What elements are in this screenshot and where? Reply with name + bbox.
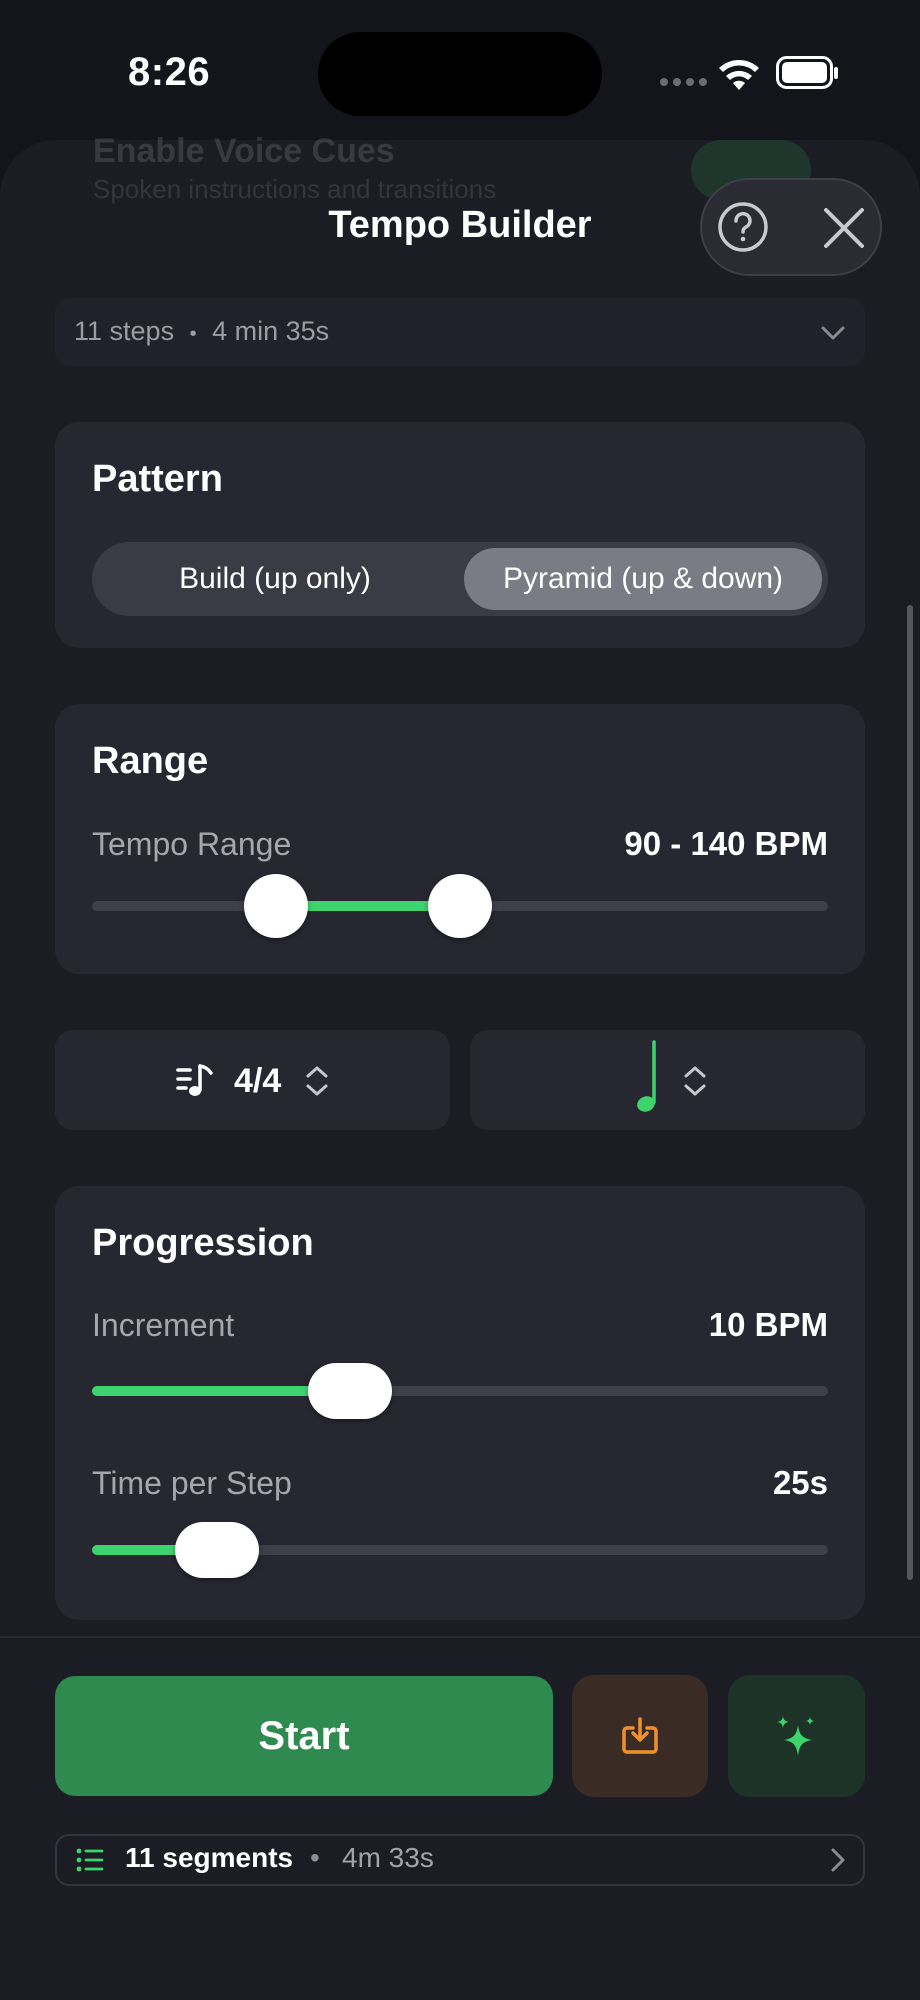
chevron-down-icon — [821, 326, 845, 340]
close-x-icon[interactable] — [818, 202, 870, 254]
dynamic-island — [318, 32, 602, 116]
time-signature-value: 4/4 — [234, 1062, 282, 1100]
music-note-list-icon — [176, 1064, 213, 1096]
segments-separator: • — [310, 1842, 320, 1873]
ghost-subtitle: Spoken instructions and transitions — [93, 174, 497, 204]
chevron-right-icon — [831, 1848, 845, 1872]
time-per-step-label: Time per Step — [92, 1465, 292, 1501]
tempo-range-value: 90 - 140 BPM — [624, 825, 828, 862]
segments-duration: 4m 33s — [342, 1842, 434, 1873]
battery-icon — [776, 56, 838, 89]
list-bullet-icon — [76, 1848, 104, 1872]
start-button[interactable]: Start — [55, 1676, 553, 1796]
cellular-signal-icon — [660, 78, 707, 86]
tempo-range-high-thumb[interactable] — [428, 874, 492, 938]
segments-count: 11 segments — [125, 1842, 294, 1873]
tray-arrow-down-icon — [622, 1717, 658, 1754]
sparkles-icon — [777, 1716, 814, 1756]
summary-text: 11 steps • 4 min 35s — [74, 316, 329, 347]
summary-steps: 11 steps — [74, 316, 175, 346]
tempo-range-low-thumb[interactable] — [244, 874, 308, 938]
summary-duration: 4 min 35s — [212, 316, 330, 346]
question-circle-icon[interactable] — [716, 200, 770, 254]
scrollbar[interactable] — [907, 605, 913, 1580]
pattern-title: Pattern — [92, 458, 223, 500]
tempo-range-label: Tempo Range — [92, 826, 292, 862]
import-button[interactable] — [572, 1675, 708, 1797]
note-value-picker[interactable] — [470, 1030, 865, 1130]
status-time: 8:26 — [128, 50, 211, 94]
progression-title: Progression — [92, 1222, 314, 1264]
chevron-up-down-icon — [306, 1066, 328, 1096]
wifi-icon — [719, 60, 759, 90]
segment-pyramid[interactable]: Pyramid (up & down) — [464, 542, 822, 616]
time-per-step-value: 25s — [772, 1464, 828, 1501]
time-per-step-slider-thumb[interactable] — [175, 1522, 260, 1578]
summary-separator: • — [189, 323, 197, 345]
segment-build[interactable]: Build (up only) — [92, 542, 458, 616]
footer-divider — [0, 1636, 920, 1638]
quarter-note-icon — [637, 1040, 656, 1112]
ghost-title: Enable Voice Cues — [93, 132, 395, 170]
sparkles-button[interactable] — [728, 1675, 865, 1797]
range-title: Range — [92, 740, 209, 782]
chevron-up-down-icon — [684, 1066, 706, 1096]
increment-slider-thumb[interactable] — [307, 1363, 392, 1419]
increment-label: Increment — [92, 1307, 235, 1343]
increment-value: 10 BPM — [708, 1306, 828, 1343]
